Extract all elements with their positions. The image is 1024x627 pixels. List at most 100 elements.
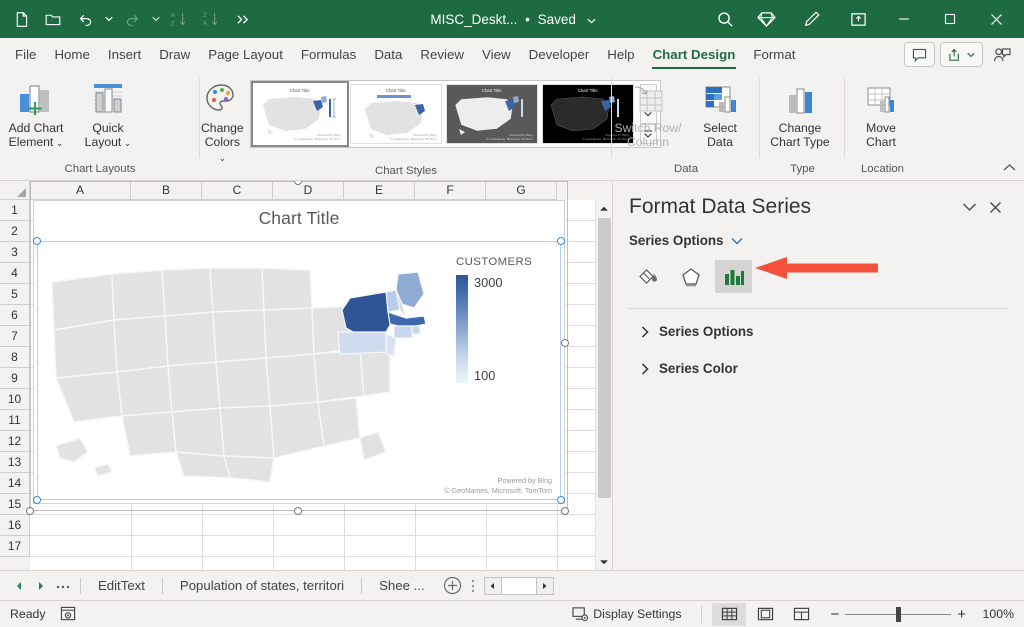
chart-style-3[interactable]: Chart Title Powered by Bing© GeoNames, M… (446, 84, 538, 144)
chart-handle-bottom-left[interactable] (26, 507, 34, 515)
chart-handle-bottom[interactable] (294, 507, 302, 515)
row-header-2[interactable]: 2 (0, 221, 30, 242)
zoom-level-label[interactable]: 100% (972, 607, 1014, 621)
zoom-control[interactable]: − + 100% (830, 606, 1014, 623)
select-all-triangle-icon[interactable] (0, 181, 30, 200)
row-header-3[interactable]: 3 (0, 242, 30, 263)
collaborate-button[interactable] (988, 42, 1016, 67)
pen-highlighter-icon[interactable] (790, 1, 834, 37)
present-icon[interactable] (836, 1, 880, 37)
hscroll-thumb[interactable] (502, 577, 536, 595)
share-button[interactable] (940, 42, 983, 67)
row-header-14[interactable]: 14 (0, 473, 30, 494)
maximize-button[interactable] (928, 1, 972, 37)
row-header-12[interactable]: 12 (0, 431, 30, 452)
sheet-tab-edittext[interactable]: EditText (87, 571, 156, 601)
chart-handle-right[interactable] (561, 339, 569, 347)
quick-layout-button[interactable]: Quick Layout ⌄ (72, 76, 144, 150)
column-header-f[interactable]: F (415, 181, 486, 200)
accordion-series-color[interactable]: Series Color (629, 350, 1008, 387)
chart-style-2[interactable]: Chart Title Powered by Bing© GeoNames, M… (350, 84, 442, 144)
select-data-button[interactable]: Select Data (684, 76, 756, 149)
sheet-tab-sheet[interactable]: Shee ... (368, 571, 435, 601)
plot-handle-bottom-left[interactable] (33, 496, 41, 504)
row-header-1[interactable]: 1 (0, 200, 30, 221)
more-sheets-button[interactable] (52, 575, 74, 597)
previous-sheet-button[interactable] (8, 575, 30, 597)
minimize-button[interactable] (882, 1, 926, 37)
chevron-down-icon[interactable]: ⌄ (219, 153, 227, 163)
page-break-view-button[interactable] (784, 603, 818, 626)
chart-legend[interactable]: CUSTOMERS 3000 100 (456, 256, 552, 383)
row-header-13[interactable]: 13 (0, 452, 30, 473)
add-sheet-button[interactable] (440, 573, 466, 599)
change-chart-type-button[interactable]: Change Chart Type (760, 76, 840, 149)
tab-insert[interactable]: Insert (99, 38, 150, 71)
plot-handle-top-right[interactable] (557, 237, 565, 245)
tab-draw[interactable]: Draw (150, 38, 199, 71)
open-folder-button[interactable] (38, 5, 68, 33)
row-header-4[interactable]: 4 (0, 263, 30, 284)
row-header-6[interactable]: 6 (0, 305, 30, 326)
series-options-tab[interactable] (715, 260, 752, 293)
tab-developer[interactable]: Developer (520, 38, 599, 71)
change-colors-button[interactable]: Change Colors ⌄ (200, 76, 245, 165)
display-settings-button[interactable]: Display Settings (572, 606, 681, 622)
sheet-overflow-button[interactable] (466, 573, 480, 599)
row-header-16[interactable]: 16 (0, 515, 30, 536)
pane-collapse-button[interactable] (956, 195, 982, 219)
tab-chart-design[interactable]: Chart Design (644, 38, 745, 71)
more-commands-button[interactable] (228, 5, 258, 33)
series-options-selector[interactable]: Series Options (629, 233, 1008, 248)
search-icon[interactable] (708, 5, 742, 33)
plot-handle-top-left[interactable] (33, 237, 41, 245)
chart-title[interactable]: Chart Title (34, 201, 564, 229)
row-header-17[interactable]: 17 (0, 536, 30, 557)
column-header-b[interactable]: B (131, 181, 202, 200)
vertical-scrollbar[interactable] (595, 200, 612, 570)
tab-help[interactable]: Help (598, 38, 643, 71)
pane-close-button[interactable] (982, 195, 1008, 219)
horizontal-scrollbar[interactable] (484, 577, 554, 595)
zoom-slider-thumb[interactable] (896, 607, 901, 622)
row-header-5[interactable]: 5 (0, 284, 30, 305)
undo-dropdown-caret[interactable] (102, 5, 115, 33)
column-header-e[interactable]: E (344, 181, 415, 200)
hscroll-right-button[interactable] (536, 577, 554, 595)
tab-view[interactable]: View (473, 38, 520, 71)
scrollbar-thumb[interactable] (598, 218, 611, 498)
normal-view-button[interactable] (712, 603, 746, 626)
new-document-button[interactable] (6, 5, 36, 33)
collapse-ribbon-button[interactable] (1003, 159, 1016, 177)
tab-file[interactable]: File (6, 38, 45, 71)
accordion-series-options[interactable]: Series Options (629, 313, 1008, 350)
chart-style-1[interactable]: Chart Title Powered by Bing© GeoNames, M… (254, 84, 346, 144)
page-layout-view-button[interactable] (748, 603, 782, 626)
tab-data[interactable]: Data (365, 38, 411, 71)
row-header-10[interactable]: 10 (0, 389, 30, 410)
scroll-up-icon[interactable] (596, 200, 613, 217)
column-header-d[interactable]: D (273, 181, 344, 200)
sheet-tab-population[interactable]: Population of states, territori (169, 571, 355, 601)
column-header-a[interactable]: A (30, 181, 131, 200)
next-sheet-button[interactable] (30, 575, 52, 597)
chevron-down-icon[interactable]: ⌄ (53, 138, 63, 148)
effects-tab[interactable] (672, 260, 709, 293)
column-header-c[interactable]: C (202, 181, 273, 200)
tab-formulas[interactable]: Formulas (292, 38, 365, 71)
plot-area[interactable]: CUSTOMERS 3000 100 Powered by Bing © Geo… (37, 241, 561, 500)
chart-object[interactable]: Chart Title (33, 200, 565, 504)
diamond-icon[interactable] (744, 1, 788, 37)
zoom-out-button[interactable]: − (830, 606, 839, 623)
chart-handle-bottom-right[interactable] (561, 507, 569, 515)
tab-home[interactable]: Home (45, 38, 98, 71)
add-chart-element-button[interactable]: Add Chart Element ⌄ (0, 76, 72, 150)
plot-handle-bottom-right[interactable] (557, 496, 565, 504)
column-header-g[interactable]: G (486, 181, 557, 200)
zoom-slider-track[interactable] (845, 614, 951, 615)
zoom-in-button[interactable]: + (957, 606, 966, 623)
chevron-down-icon[interactable]: ⌄ (121, 138, 131, 148)
tab-review[interactable]: Review (411, 38, 473, 71)
row-header-9[interactable]: 9 (0, 368, 30, 389)
scroll-down-icon[interactable] (596, 553, 613, 570)
